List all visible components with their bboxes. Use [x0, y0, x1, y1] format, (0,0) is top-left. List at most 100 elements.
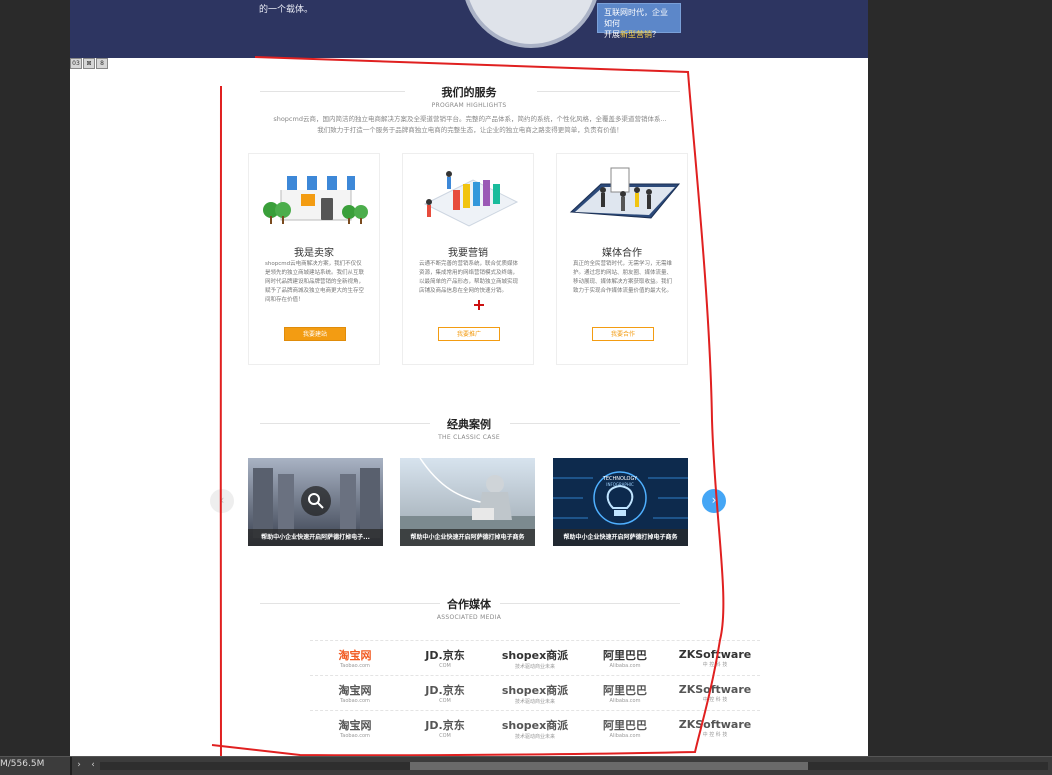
media-logo[interactable]: shopex商派 技术驱动商业未来: [495, 717, 575, 740]
design-canvas: 的一个载体。 互联网时代，企业如何 开展新型营销？ 我们的服务 PROGRAM …: [70, 0, 868, 756]
status-bar: M/556.5M › ‹: [0, 756, 1052, 775]
media-logo-name: 淘宝网: [338, 649, 372, 662]
build-site-button[interactable]: 我要建站: [284, 327, 346, 341]
media-logo-name: 淘宝网: [338, 684, 372, 697]
card-description: 真正的全民营销时代，无需学习，无需维护。通过您的网站、朋友圈、媒体流量、移动展现…: [573, 261, 673, 294]
services-title: 我们的服务: [441, 86, 497, 99]
promote-button[interactable]: 我要推广: [438, 327, 500, 341]
media-logo-name: 阿里巴巴: [603, 684, 647, 697]
banner-bubble-line2: 开展新型营销？: [604, 30, 660, 39]
media-logo-name: shopex商派: [501, 648, 569, 662]
services-subtitle: PROGRAM HIGHLIGHTS: [431, 102, 507, 109]
horizontal-scroll-thumb[interactable]: [410, 762, 808, 770]
carousel-prev-button[interactable]: ‹: [210, 489, 234, 513]
memory-readout: M/556.5M: [0, 759, 45, 769]
case-card[interactable]: 帮助中小企业快速开启阿萨德打掉电子...: [248, 458, 383, 546]
cases-title: 经典案例: [447, 418, 491, 431]
services-intro-line2: 我们致力于打造一个服务于品牌商独立电商的完整生态，让企业的独立电商之路变得更简单…: [317, 126, 623, 134]
media-logo-name: JD.京东: [425, 719, 465, 732]
service-card-marketing: 我要营销 云通不断完善的营销系统，联合优质媒体资源，集成常用的网络营销模式及终端…: [402, 153, 534, 365]
media-logo-tagline: 中 控 科 技: [702, 697, 728, 703]
media-logo[interactable]: shopex商派 技术驱动商业未来: [495, 682, 575, 705]
media-logo-tagline: 技术驱动商业未来: [514, 663, 555, 670]
card-title: 我是卖家: [294, 248, 334, 259]
media-logo[interactable]: JD.京东 COM: [405, 717, 485, 739]
case-caption: 帮助中小企业快速开启阿萨德打掉电子商务: [400, 529, 535, 546]
banner-text: 的一个载体。: [259, 5, 314, 15]
card-description: shopcmd云电商解决方案，我们不仅仅是领先的独立商城建站系统。我们从互联网时…: [265, 261, 365, 303]
media-logo[interactable]: 淘宝网 Taobao.com: [315, 647, 395, 669]
media-logo-tagline: Taobao.com: [340, 733, 370, 739]
media-logo-name: ZKSoftware: [678, 718, 752, 731]
media-heading: 合作媒体 ASSOCIATED MEDIA: [70, 596, 868, 621]
carousel-next-button[interactable]: ›: [702, 489, 726, 513]
case-image-text: INFOGRAPHIC: [606, 482, 634, 487]
service-card-media: 媒体合作 真正的全民营销时代，无需学习，无需维护。通过您的网站、朋友圈、媒体流量…: [556, 153, 688, 365]
media-logo[interactable]: JD.京东 COM: [405, 647, 485, 669]
media-logo[interactable]: 阿里巴巴 Alibaba.com: [585, 647, 665, 669]
case-caption: 帮助中小企业快速开启阿萨德打掉电子商务: [553, 529, 688, 546]
media-logo[interactable]: ZKSoftware 中 控 科 技: [675, 648, 755, 668]
media-logo-tagline: 中 控 科 技: [702, 732, 728, 738]
services-intro: shopcmd云商，国内简洁的独立电商解决方案及全渠道营销平台。完整的产品体系，…: [260, 114, 680, 136]
cooperate-button[interactable]: 我要合作: [592, 327, 654, 341]
media-logo-name: JD.京东: [425, 649, 465, 662]
banner-bubble-line1: 互联网时代，企业如何: [604, 8, 668, 28]
scroll-left-arrow-icon[interactable]: ‹: [88, 760, 98, 770]
media-subtitle: ASSOCIATED MEDIA: [436, 614, 502, 621]
media-logo-name: JD.京东: [425, 684, 465, 697]
workspace-left-margin: [0, 0, 70, 756]
media-logo-row: 淘宝网 Taobao.com JD.京东 COM shopex商派 技术驱动商业未来 阿里巴…: [310, 675, 760, 710]
case-card[interactable]: 帮助中小企业快速开启阿萨德打掉电子商务: [400, 458, 535, 546]
media-logo[interactable]: ZKSoftware 中 控 科 技: [675, 718, 755, 738]
workspace-right-margin: [868, 0, 1052, 756]
cases-heading: 经典案例 THE CLASSIC CASE: [70, 416, 868, 441]
card-description: 云通不断完善的营销系统，联合优质媒体资源，集成常用的网络营销模式及终端，以最简单…: [419, 261, 519, 294]
media-logo[interactable]: 阿里巴巴 Alibaba.com: [585, 717, 665, 739]
media-logo[interactable]: JD.京东 COM: [405, 682, 485, 704]
services-heading: 我们的服务 PROGRAM HIGHLIGHTS: [70, 84, 868, 109]
card-title: 媒体合作: [602, 248, 642, 259]
media-logo-name: shopex商派: [501, 718, 569, 732]
status-separator: [70, 757, 72, 775]
media-logo-name: 阿里巴巴: [603, 719, 647, 732]
meeting-icon: [569, 167, 681, 219]
banner-bubble[interactable]: 互联网时代，企业如何 开展新型营销？: [597, 3, 681, 39]
case-caption: 帮助中小企业快速开启阿萨德打掉电子...: [248, 529, 383, 546]
media-logo-name: 阿里巴巴: [603, 649, 647, 662]
media-logo-tagline: Taobao.com: [340, 698, 370, 704]
media-logo-tagline: COM: [439, 733, 451, 739]
media-logo-tagline: Alibaba.com: [609, 663, 641, 669]
services-intro-line1: shopcmd云商，国内简洁的独立电商解决方案及全渠道营销平台。完整的产品体系，…: [273, 115, 667, 123]
media-logo-tagline: Alibaba.com: [609, 698, 641, 704]
media-logo-row: 淘宝网 Taobao.com JD.京东 COM shopex商派 技术驱动商业未来 阿里巴…: [310, 640, 760, 675]
banner-illustration: [462, 0, 600, 48]
toolbar-icon-2[interactable]: ⊠: [83, 58, 95, 69]
toolbar-icon-1[interactable]: 03: [70, 58, 82, 69]
media-logo-tagline: Alibaba.com: [609, 733, 641, 739]
media-logo-name: ZKSoftware: [678, 683, 752, 696]
media-logo-tagline: COM: [439, 698, 451, 704]
media-logo-tagline: Taobao.com: [340, 663, 370, 669]
shop-icon: [263, 176, 368, 224]
media-logo-tagline: COM: [439, 663, 451, 669]
editor-mini-toolbar: 03 ⊠ 8: [70, 58, 108, 69]
service-card-seller: 我是卖家 shopcmd云电商解决方案，我们不仅仅是领先的独立商城建站系统。我们…: [248, 153, 380, 365]
chart-icon: [423, 171, 519, 227]
media-logo[interactable]: shopex商派 技术驱动商业未来: [495, 647, 575, 670]
media-logo[interactable]: 淘宝网 Taobao.com: [315, 682, 395, 704]
media-title: 合作媒体: [447, 598, 491, 611]
media-logo[interactable]: 阿里巴巴 Alibaba.com: [585, 682, 665, 704]
status-next-arrow-icon[interactable]: ›: [74, 760, 84, 770]
media-logo[interactable]: ZKSoftware 中 控 科 技: [675, 683, 755, 703]
toolbar-icon-3[interactable]: 8: [96, 58, 108, 69]
media-logo-name: ZKSoftware: [678, 648, 752, 661]
media-logo-name: shopex商派: [501, 683, 569, 697]
card-title: 我要营销: [448, 248, 488, 259]
cases-subtitle: THE CLASSIC CASE: [438, 434, 500, 441]
horizontal-scrollbar[interactable]: [100, 762, 1048, 770]
media-logo-tagline: 中 控 科 技: [702, 662, 728, 668]
media-logo-name: 淘宝网: [338, 719, 372, 732]
media-logo[interactable]: 淘宝网 Taobao.com: [315, 717, 395, 739]
case-card[interactable]: TECHNOLOGY INFOGRAPHIC 帮助中小企业快速开启阿萨德打掉电子…: [553, 458, 688, 546]
